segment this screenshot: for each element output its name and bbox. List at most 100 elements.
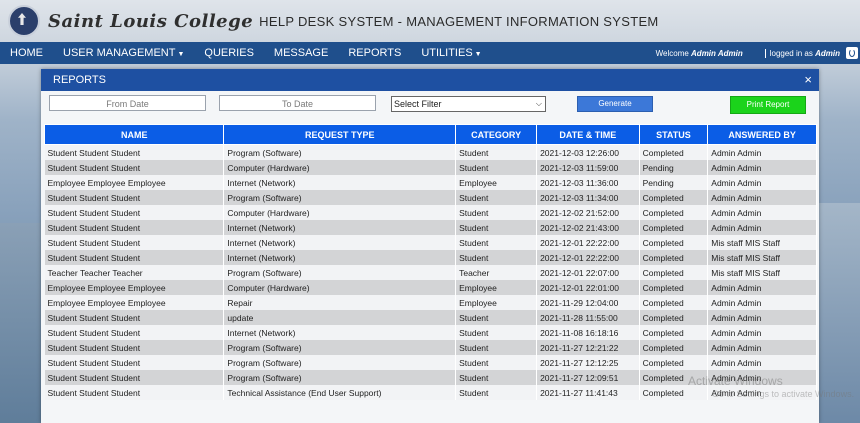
table-cell: Student [455, 235, 538, 250]
nav-item-label: REPORTS [348, 47, 402, 59]
table-cell: Student Student Student [44, 205, 225, 220]
table-cell: Teacher Teacher Teacher [44, 265, 225, 280]
table-cell: Student Student Student [44, 370, 225, 385]
nav-item-label: UTILITIES [421, 47, 473, 59]
table-cell: Student Student Student [44, 355, 225, 370]
column-header: NAME [43, 124, 225, 145]
activation-watermark: Activate Windows [688, 374, 783, 388]
table-cell: Repair [223, 295, 457, 310]
column-header: CATEGORY [455, 124, 538, 145]
modal-header: REPORTS × [41, 69, 819, 91]
welcome-user: Admin Admin [691, 48, 743, 58]
table-cell: Admin Admin [707, 190, 817, 205]
report-filters: From Date To Date Select Filter ⌵ Genera… [41, 91, 819, 117]
nav-item-home[interactable]: HOME [10, 47, 43, 59]
nav-item-utilities[interactable]: UTILITIES ▼ [421, 47, 481, 59]
table-cell: Student [455, 355, 538, 370]
table-cell: 2021-12-01 22:01:00 [536, 280, 640, 295]
table-row: Student Student Student Program (Software… [44, 355, 817, 370]
nav-item-label: HOME [10, 47, 43, 59]
table-cell: Student [455, 340, 538, 355]
table-cell: Student [455, 160, 538, 175]
college-logo-icon [8, 5, 40, 37]
table-cell: Student [455, 310, 538, 325]
print-report-button[interactable]: Print Report [730, 96, 806, 114]
table-cell: Employee [455, 280, 538, 295]
from-date-input[interactable]: From Date [49, 95, 206, 111]
table-cell: Internet (Network) [223, 250, 457, 265]
table-cell: Pending [639, 175, 709, 190]
table-cell: update [223, 310, 457, 325]
filter-select[interactable]: Select Filter ⌵ [391, 96, 546, 112]
nav-item-reports[interactable]: REPORTS [348, 47, 401, 59]
table-cell: Student Student Student [44, 310, 225, 325]
nav-item-label: USER MANAGEMENT [63, 47, 176, 59]
nav-item-queries[interactable]: QUERIES [204, 47, 254, 59]
table-cell: Student [455, 190, 538, 205]
table-header-row: NAME REQUEST TYPE CATEGORY DATE & TIME STATU… [43, 124, 817, 145]
table-cell: Student Student Student [44, 250, 225, 265]
table-cell: Student Student Student [44, 190, 225, 205]
modal-title: REPORTS [53, 74, 106, 86]
table-cell: Student Student Student [44, 144, 225, 160]
table-cell: Internet (Network) [223, 325, 457, 340]
table-row: Student Student Student Program (Software… [44, 340, 817, 355]
nav-user-area: Welcome Admin Admin logged in as Admin [656, 42, 860, 64]
table-cell: Internet (Network) [223, 175, 457, 190]
table-cell: Student Student Student [44, 235, 225, 250]
table-cell: 2021-11-27 12:21:22 [536, 340, 640, 355]
table-cell: 2021-12-03 11:36:00 [536, 175, 640, 190]
table-cell: Computer (Hardware) [223, 205, 457, 220]
table-cell: Mis staff MIS Staff [707, 265, 817, 280]
nav-item-message[interactable]: MESSAGE [274, 47, 328, 59]
table-cell: Admin Admin [707, 325, 817, 340]
welcome-prefix: Welcome [655, 48, 692, 58]
table-cell: Completed [639, 190, 709, 205]
table-cell: Mis staff MIS Staff [707, 250, 817, 265]
table-cell: Mis staff MIS Staff [707, 235, 817, 250]
activation-watermark-sub: Go to Settings to activate Windows. [712, 389, 855, 399]
generate-button[interactable]: Generate [577, 96, 653, 112]
table-cell: Program (Software) [223, 265, 457, 280]
table-cell: 2021-12-02 21:52:00 [536, 205, 640, 220]
to-date-input[interactable]: To Date [219, 95, 376, 111]
table-row: Teacher Teacher Teacher Program (Software… [44, 265, 817, 280]
table-cell: Admin Admin [707, 144, 817, 160]
table-cell: Computer (Hardware) [223, 280, 457, 295]
logout-icon[interactable] [846, 47, 858, 59]
table-cell: Completed [639, 205, 709, 220]
table-cell: Admin Admin [707, 160, 817, 175]
filter-select-value: Select Filter [394, 99, 442, 109]
table-cell: Employee Employee Employee [44, 295, 225, 310]
table-cell: Completed [639, 280, 709, 295]
table-cell: 2021-11-08 16:18:16 [536, 325, 640, 340]
table-cell: Completed [639, 144, 709, 160]
nav-item-user-management[interactable]: USER MANAGEMENT ▼ [63, 47, 184, 59]
table-cell: Student [455, 385, 538, 400]
table-cell: Admin Admin [707, 220, 817, 235]
table-cell: Program (Software) [223, 340, 457, 355]
table-cell: 2021-12-01 22:07:00 [536, 265, 640, 280]
table-row: Student Student Student Internet (Network… [44, 325, 817, 340]
table-cell: Program (Software) [223, 190, 457, 205]
table-cell: Admin Admin [707, 310, 817, 325]
table-cell: Employee Employee Employee [44, 175, 225, 190]
site-header: Saint Louis College HELP DESK SYSTEM - M… [0, 0, 860, 42]
table-cell: 2021-12-03 12:26:00 [536, 144, 640, 160]
table-cell: Program (Software) [223, 355, 457, 370]
close-icon[interactable]: × [804, 72, 812, 87]
table-cell: Student Student Student [44, 325, 225, 340]
table-cell: Completed [639, 295, 709, 310]
table-row: Student Student Student Program (Software… [44, 144, 817, 160]
column-header: REQUEST TYPE [223, 124, 457, 145]
table-cell: Admin Admin [707, 205, 817, 220]
table-row: Student Student Student Computer (Hardwar… [44, 160, 817, 175]
table-cell: 2021-11-27 12:09:51 [536, 370, 640, 385]
table-cell: Admin Admin [707, 175, 817, 190]
table-row: Student Student Student Internet (Network… [44, 235, 817, 250]
table-cell: Completed [639, 325, 709, 340]
table-cell: Teacher [455, 265, 538, 280]
table-row: Student Student Student Internet (Network… [44, 220, 817, 235]
table-cell: Internet (Network) [223, 220, 457, 235]
table-row: Student Student Student Internet (Network… [44, 250, 817, 265]
